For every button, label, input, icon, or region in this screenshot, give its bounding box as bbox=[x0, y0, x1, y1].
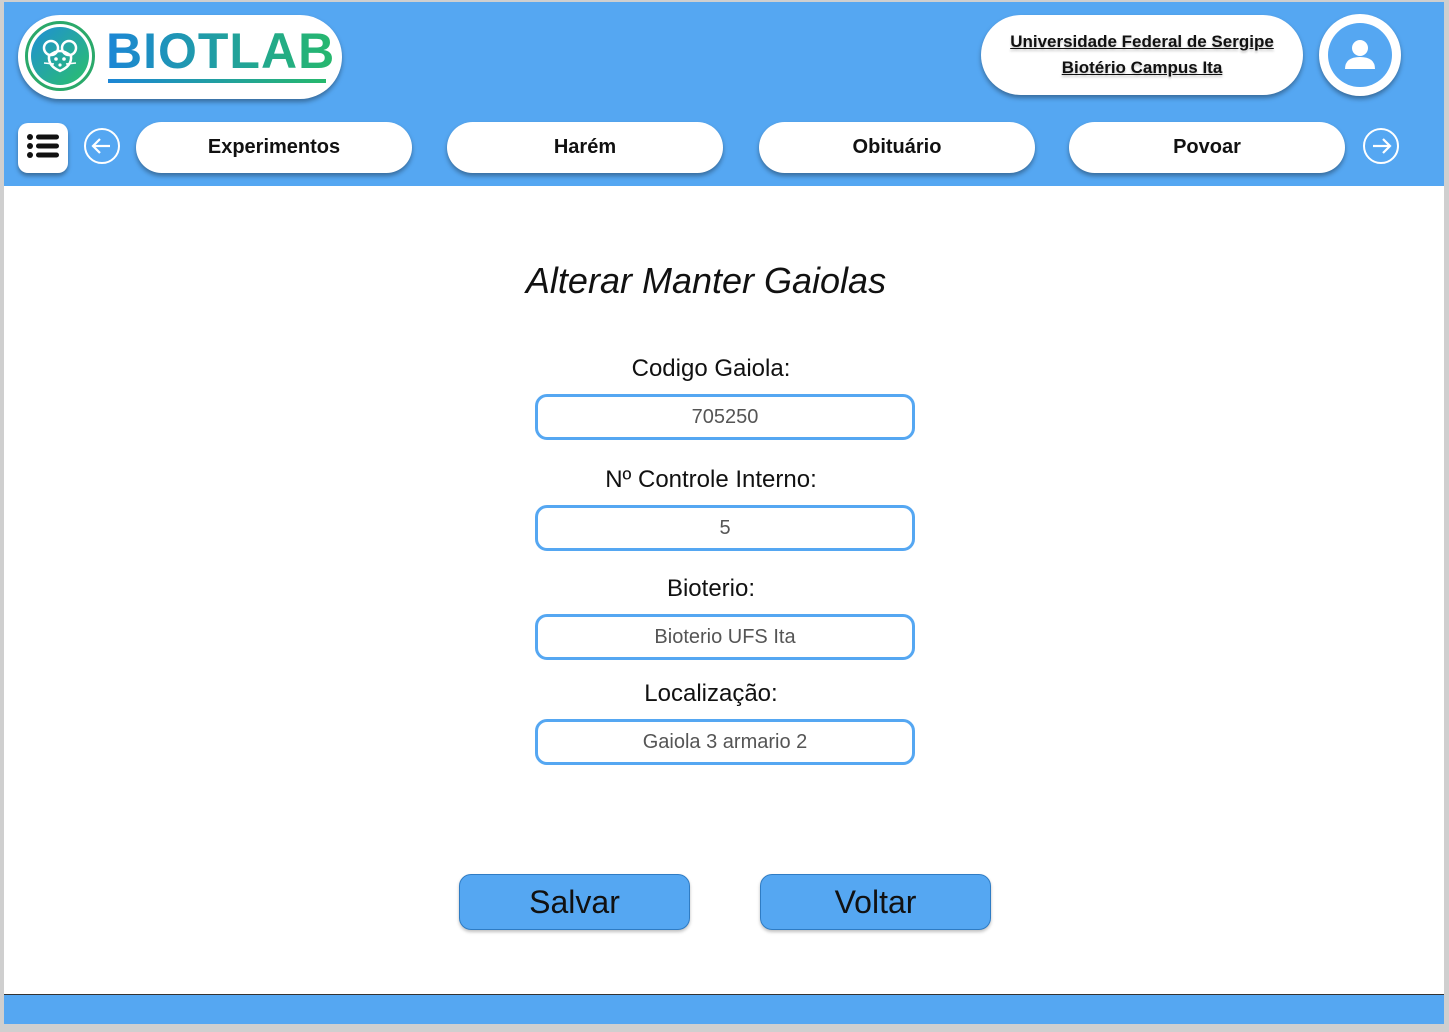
brand-underline bbox=[108, 79, 326, 83]
nav-prev-button[interactable] bbox=[83, 127, 121, 170]
institution-info: Universidade Federal de Sergipe Biotério… bbox=[981, 15, 1303, 95]
header: BIOTLAB Universidade Federal de Sergipe … bbox=[4, 2, 1444, 186]
controle-interno-input[interactable] bbox=[535, 505, 915, 551]
tab-obituario[interactable]: Obituário bbox=[759, 122, 1035, 173]
codigo-gaiola-input[interactable] bbox=[535, 394, 915, 440]
bioterio-input[interactable] bbox=[535, 614, 915, 660]
list-icon bbox=[26, 133, 60, 164]
tab-povoar[interactable]: Povoar bbox=[1069, 122, 1345, 173]
tab-experimentos[interactable]: Experimentos bbox=[136, 122, 412, 173]
codigo-gaiola-label: Codigo Gaiola: bbox=[631, 355, 791, 382]
save-button[interactable]: Salvar bbox=[459, 874, 690, 930]
menu-button[interactable] bbox=[18, 123, 68, 173]
page-title: Alterar Manter Gaiolas bbox=[525, 260, 887, 301]
localizacao-label: Localização: bbox=[644, 680, 778, 707]
logo-badge bbox=[25, 21, 95, 91]
nav-next-button[interactable] bbox=[1362, 127, 1400, 170]
back-button[interactable]: Voltar bbox=[760, 874, 991, 930]
brand-name: BIOTLAB bbox=[106, 23, 336, 79]
footer-bar bbox=[4, 994, 1444, 1024]
brand-logo[interactable]: BIOTLAB bbox=[18, 15, 342, 99]
app-window: BIOTLAB Universidade Federal de Sergipe … bbox=[4, 2, 1444, 1024]
localizacao-input[interactable] bbox=[535, 719, 915, 765]
institution-name: Universidade Federal de Sergipe bbox=[1010, 32, 1274, 51]
tab-harem[interactable]: Harém bbox=[447, 122, 723, 173]
controle-interno-label: Nº Controle Interno: bbox=[605, 466, 817, 493]
institution-campus: Biotério Campus Ita bbox=[1061, 58, 1223, 77]
arrow-left-icon bbox=[83, 127, 121, 170]
avatar[interactable] bbox=[1319, 14, 1401, 96]
bioterio-label: Bioterio: bbox=[666, 575, 756, 602]
mouse-icon bbox=[31, 27, 89, 85]
arrow-right-icon bbox=[1362, 127, 1400, 170]
user-icon bbox=[1328, 23, 1392, 87]
